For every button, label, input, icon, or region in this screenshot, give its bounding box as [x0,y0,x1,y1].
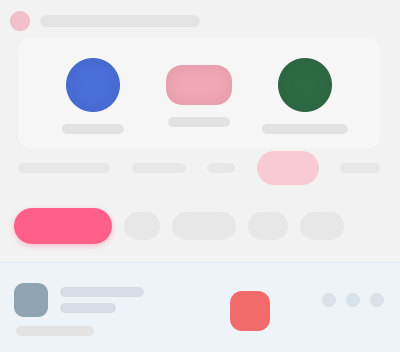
list-item-text [60,287,144,313]
status-dot-icon [322,293,336,307]
right-status-icons [322,293,384,307]
chip-3[interactable] [172,212,236,240]
hero-label-1 [62,124,124,134]
status-dot-icon [346,293,360,307]
subtitle-4 [340,163,380,173]
hero-label-3 [262,124,348,134]
list-item-title [60,287,144,297]
status-dot-icon [370,293,384,307]
green-circle-icon [278,58,332,112]
highlight-pill[interactable] [256,151,319,185]
red-badge-icon [230,291,270,331]
section-subtitles [18,150,380,186]
subtitle-1 [18,163,110,173]
hero-item-1[interactable] [38,58,148,148]
chip-active[interactable] [14,208,112,244]
blue-circle-icon [66,58,120,112]
list-section [0,262,400,352]
app-icon[interactable] [10,11,30,31]
filter-chips [14,208,386,244]
subtitle-2 [131,163,186,173]
list-item-subtitle [60,303,116,313]
list-item[interactable] [0,273,400,331]
avatar [14,283,48,317]
bottom-caption-placeholder [16,326,94,336]
hero-item-2[interactable] [144,58,254,148]
pink-pill-icon [166,65,232,105]
chip-5[interactable] [300,212,344,240]
subtitle-3 [207,163,235,173]
hero-label-2 [168,117,230,127]
hero-card [18,38,380,148]
app-title-placeholder [40,15,200,27]
top-bar [0,0,400,42]
hero-item-3[interactable] [250,58,360,148]
chip-4[interactable] [248,212,288,240]
chip-2[interactable] [124,212,160,240]
